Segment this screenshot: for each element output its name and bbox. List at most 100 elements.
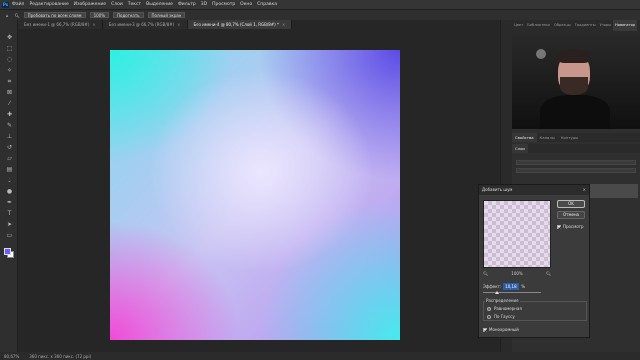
amount-unit: %	[521, 283, 525, 289]
home-icon[interactable]: ⌂	[6, 13, 9, 18]
tab-libraries[interactable]: Библиотеки	[525, 20, 552, 31]
eraser-tool-icon[interactable]: ▱	[6, 155, 13, 162]
status-doc-size: 360 пикс. x 360 пикс. (72 ppi)	[29, 353, 92, 359]
checkbox-checked-icon[interactable]	[557, 224, 561, 229]
zoom-100-button[interactable]: 100%	[89, 12, 110, 18]
tab-layers[interactable]: Слои	[512, 144, 528, 153]
blend-mode-select[interactable]	[516, 168, 636, 173]
status-zoom[interactable]: 80,67%	[4, 354, 19, 359]
gaussian-label: По Гауссу	[494, 314, 515, 319]
gaussian-radio[interactable]: По Гауссу	[487, 314, 515, 319]
menu-help[interactable]: Справка	[257, 2, 277, 7]
pen-tool-icon[interactable]: ✒	[6, 199, 13, 206]
ok-button[interactable]: OK	[557, 200, 585, 208]
tab-color[interactable]: Цвет	[512, 20, 525, 31]
slider-handle[interactable]	[495, 291, 499, 294]
tab-properties[interactable]: Свойства	[512, 133, 537, 142]
amount-slider[interactable]	[483, 291, 541, 294]
menu-edit[interactable]: Редактирование	[29, 2, 68, 7]
preview-zoom-row: 🔍︎ 100% 🔍︎	[483, 271, 551, 277]
magic-wand-tool-icon[interactable]: ✧	[6, 67, 13, 74]
tab-swatches[interactable]: Образцы	[552, 20, 573, 31]
dodge-tool-icon[interactable]: ●	[6, 188, 13, 195]
tab-patterns[interactable]: Узоры	[598, 20, 613, 31]
tab-document-1[interactable]: Без имени-1 @ 66,7% (RGB/8#) ×	[18, 20, 103, 29]
uniform-label: Равномерная	[494, 306, 522, 311]
close-icon[interactable]: ×	[177, 22, 180, 27]
menu-filter[interactable]: Фильтр	[178, 2, 196, 7]
gradient-tool-icon[interactable]: ▤	[6, 166, 13, 173]
move-tool-icon[interactable]: ✥	[6, 34, 13, 41]
healing-brush-tool-icon[interactable]: ✚	[6, 111, 13, 118]
crop-tool-icon[interactable]: ⌗	[6, 78, 13, 85]
dialog-titlebar: Добавить шум ×	[479, 185, 589, 195]
dialog-title: Добавить шум	[482, 187, 513, 192]
close-icon[interactable]: ×	[92, 22, 95, 27]
zoom-tool-icon[interactable]: 🔍︎	[15, 13, 20, 18]
properties-panel-tabs: Свойства Каналы Контуры	[512, 133, 640, 142]
document-canvas[interactable]	[110, 50, 400, 340]
menu-select[interactable]: Выделение	[146, 2, 173, 7]
layer-filter-field[interactable]	[516, 160, 636, 165]
cancel-button[interactable]: Отмена	[557, 211, 585, 219]
clone-stamp-tool-icon[interactable]: ⊥	[6, 133, 13, 140]
options-bar: ⌂ 🔍︎ Пробовать по всем слоям 100% Подогн…	[0, 9, 640, 20]
eyedropper-tool-icon[interactable]: ⁄	[6, 100, 13, 107]
preview-label: Просмотр	[563, 224, 584, 229]
menu-layers[interactable]: Слои	[111, 2, 123, 7]
foreground-color-swatch[interactable]	[4, 248, 11, 255]
amount-row: Эффект: 10,18 %	[483, 282, 583, 290]
uniform-radio[interactable]: Равномерная	[487, 306, 522, 311]
sample-all-layers-button[interactable]: Пробовать по всем слоям	[23, 12, 86, 18]
tab-document-4[interactable]: Без имени-4 @ 80,7% (Слой 1, RGB/8#) * ×	[187, 20, 293, 29]
blur-tool-icon[interactable]: 💧︎	[6, 177, 13, 184]
menu-window[interactable]: Окно	[240, 2, 252, 7]
radio-unselected-icon[interactable]	[487, 314, 491, 319]
tab-paths[interactable]: Контуры	[558, 133, 581, 142]
canvas-area[interactable]	[18, 29, 500, 352]
radio-selected-icon[interactable]	[487, 306, 491, 311]
tools-panel: ✥ ⬚ ◌ ✧ ⌗ ⊠ ⁄ ✚ ✎ ⊥ ↺ ▱ ▤ 💧︎ ● ✒ T ➤ ▭	[0, 20, 18, 352]
marquee-tool-icon[interactable]: ⬚	[6, 45, 13, 52]
close-icon[interactable]: ×	[282, 22, 285, 27]
monochromatic-label: Монохромный	[489, 327, 519, 332]
brush-tool-icon[interactable]: ✎	[6, 122, 13, 129]
path-selection-tool-icon[interactable]: ➤	[6, 221, 13, 228]
lasso-tool-icon[interactable]: ◌	[6, 56, 13, 63]
tab-navigator[interactable]: Навигатор	[613, 20, 638, 31]
tab-channels[interactable]: Каналы	[537, 133, 558, 142]
tab-gradients[interactable]: Градиенты	[573, 20, 598, 31]
frame-tool-icon[interactable]: ⊠	[6, 89, 13, 96]
fit-screen-button[interactable]: Подогнать	[113, 12, 144, 18]
preview-checkbox[interactable]: Просмотр	[557, 224, 584, 229]
tab-document-3[interactable]: Без имени-3 @ 66,7% (RGB/8#) ×	[102, 20, 188, 29]
document-tabs: Без имени-1 @ 66,7% (RGB/8#) × Без имени-…	[18, 20, 500, 29]
top-panel-tabs: Цвет Библиотеки Образцы Градиенты Узоры …	[512, 20, 640, 31]
distribution-label: Распределение	[485, 298, 520, 303]
amount-input[interactable]: 10,18	[503, 282, 520, 290]
menu-type[interactable]: Текст	[128, 2, 141, 7]
zoom-out-icon[interactable]: 🔍︎	[483, 271, 488, 277]
preview-zoom-value: 100%	[511, 271, 523, 276]
menu-view[interactable]: Просмотр	[212, 2, 235, 7]
add-noise-dialog: Добавить шум × 🔍︎ 100% 🔍︎ OK Отмена Прос…	[478, 184, 590, 338]
checkbox-checked-icon[interactable]	[483, 327, 487, 332]
menu-bar: Ps Файл Редактирование Изображение Слои …	[0, 0, 640, 9]
status-bar: 80,67% 360 пикс. x 360 пикс. (72 ppi)	[0, 352, 640, 360]
menu-file[interactable]: Файл	[12, 2, 24, 7]
zoom-in-icon[interactable]: 🔍︎	[546, 271, 551, 277]
type-tool-icon[interactable]: T	[6, 210, 13, 217]
photoshop-logo-icon: Ps	[2, 1, 9, 8]
menu-image[interactable]: Изображение	[74, 2, 106, 7]
webcam-overlay	[512, 31, 640, 129]
close-icon[interactable]: ×	[583, 185, 586, 195]
layer-controls	[516, 160, 636, 178]
layers-panel-tabs: Слои	[512, 144, 640, 153]
amount-label: Эффект:	[483, 283, 502, 289]
filter-preview[interactable]	[483, 200, 551, 268]
rectangle-tool-icon[interactable]: ▭	[6, 232, 13, 239]
monochromatic-checkbox[interactable]: Монохромный	[483, 327, 519, 332]
menu-3d[interactable]: 3D	[201, 2, 207, 7]
fill-screen-button[interactable]: Полный экран	[147, 12, 186, 18]
history-brush-tool-icon[interactable]: ↺	[6, 144, 13, 151]
